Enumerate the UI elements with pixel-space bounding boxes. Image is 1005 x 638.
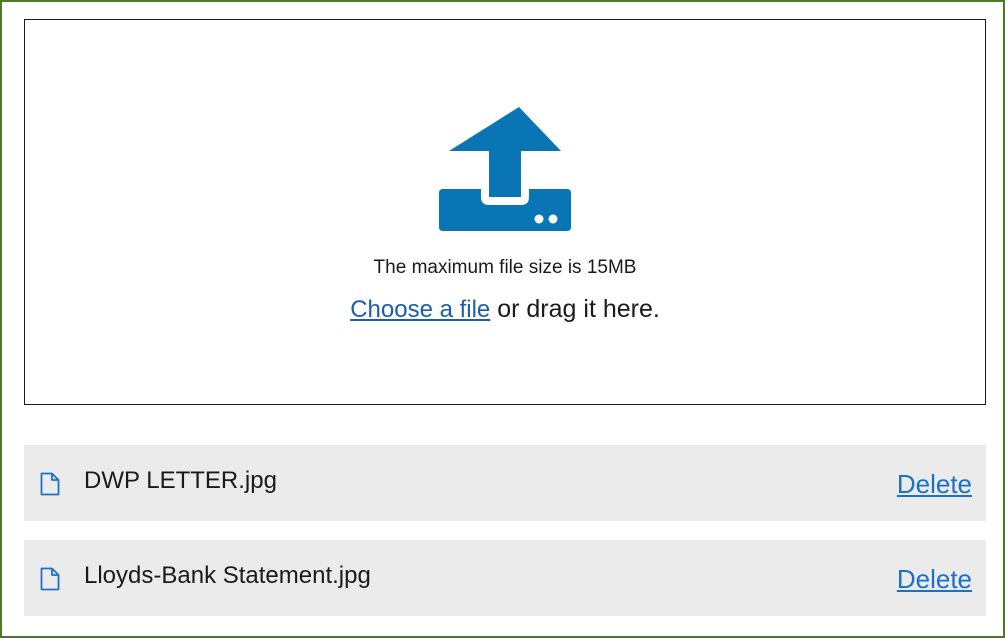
delete-file-link[interactable]: Delete	[897, 469, 972, 500]
uploaded-file-row: Lloyds-Bank Statement.jpg Delete	[24, 540, 986, 616]
file-name: DWP LETTER.jpg	[84, 467, 277, 494]
choose-file-instruction: Choose a file or drag it here.	[25, 295, 985, 324]
file-name: Lloyds-Bank Statement.jpg	[84, 562, 371, 589]
upload-tray-icon	[439, 107, 571, 231]
delete-file-link[interactable]: Delete	[897, 564, 972, 595]
uploaded-file-row: DWP LETTER.jpg Delete	[24, 445, 986, 521]
max-file-size-text: The maximum file size is 15MB	[373, 257, 637, 278]
drag-it-here-text: or drag it here.	[490, 295, 660, 323]
file-drop-zone[interactable]: The maximum file size is 15MB Choose a f…	[24, 19, 986, 405]
file-icon	[40, 567, 60, 591]
file-upload-panel: The maximum file size is 15MB Choose a f…	[0, 0, 1005, 638]
file-icon	[40, 472, 60, 496]
choose-file-link[interactable]: Choose a file	[350, 296, 490, 323]
